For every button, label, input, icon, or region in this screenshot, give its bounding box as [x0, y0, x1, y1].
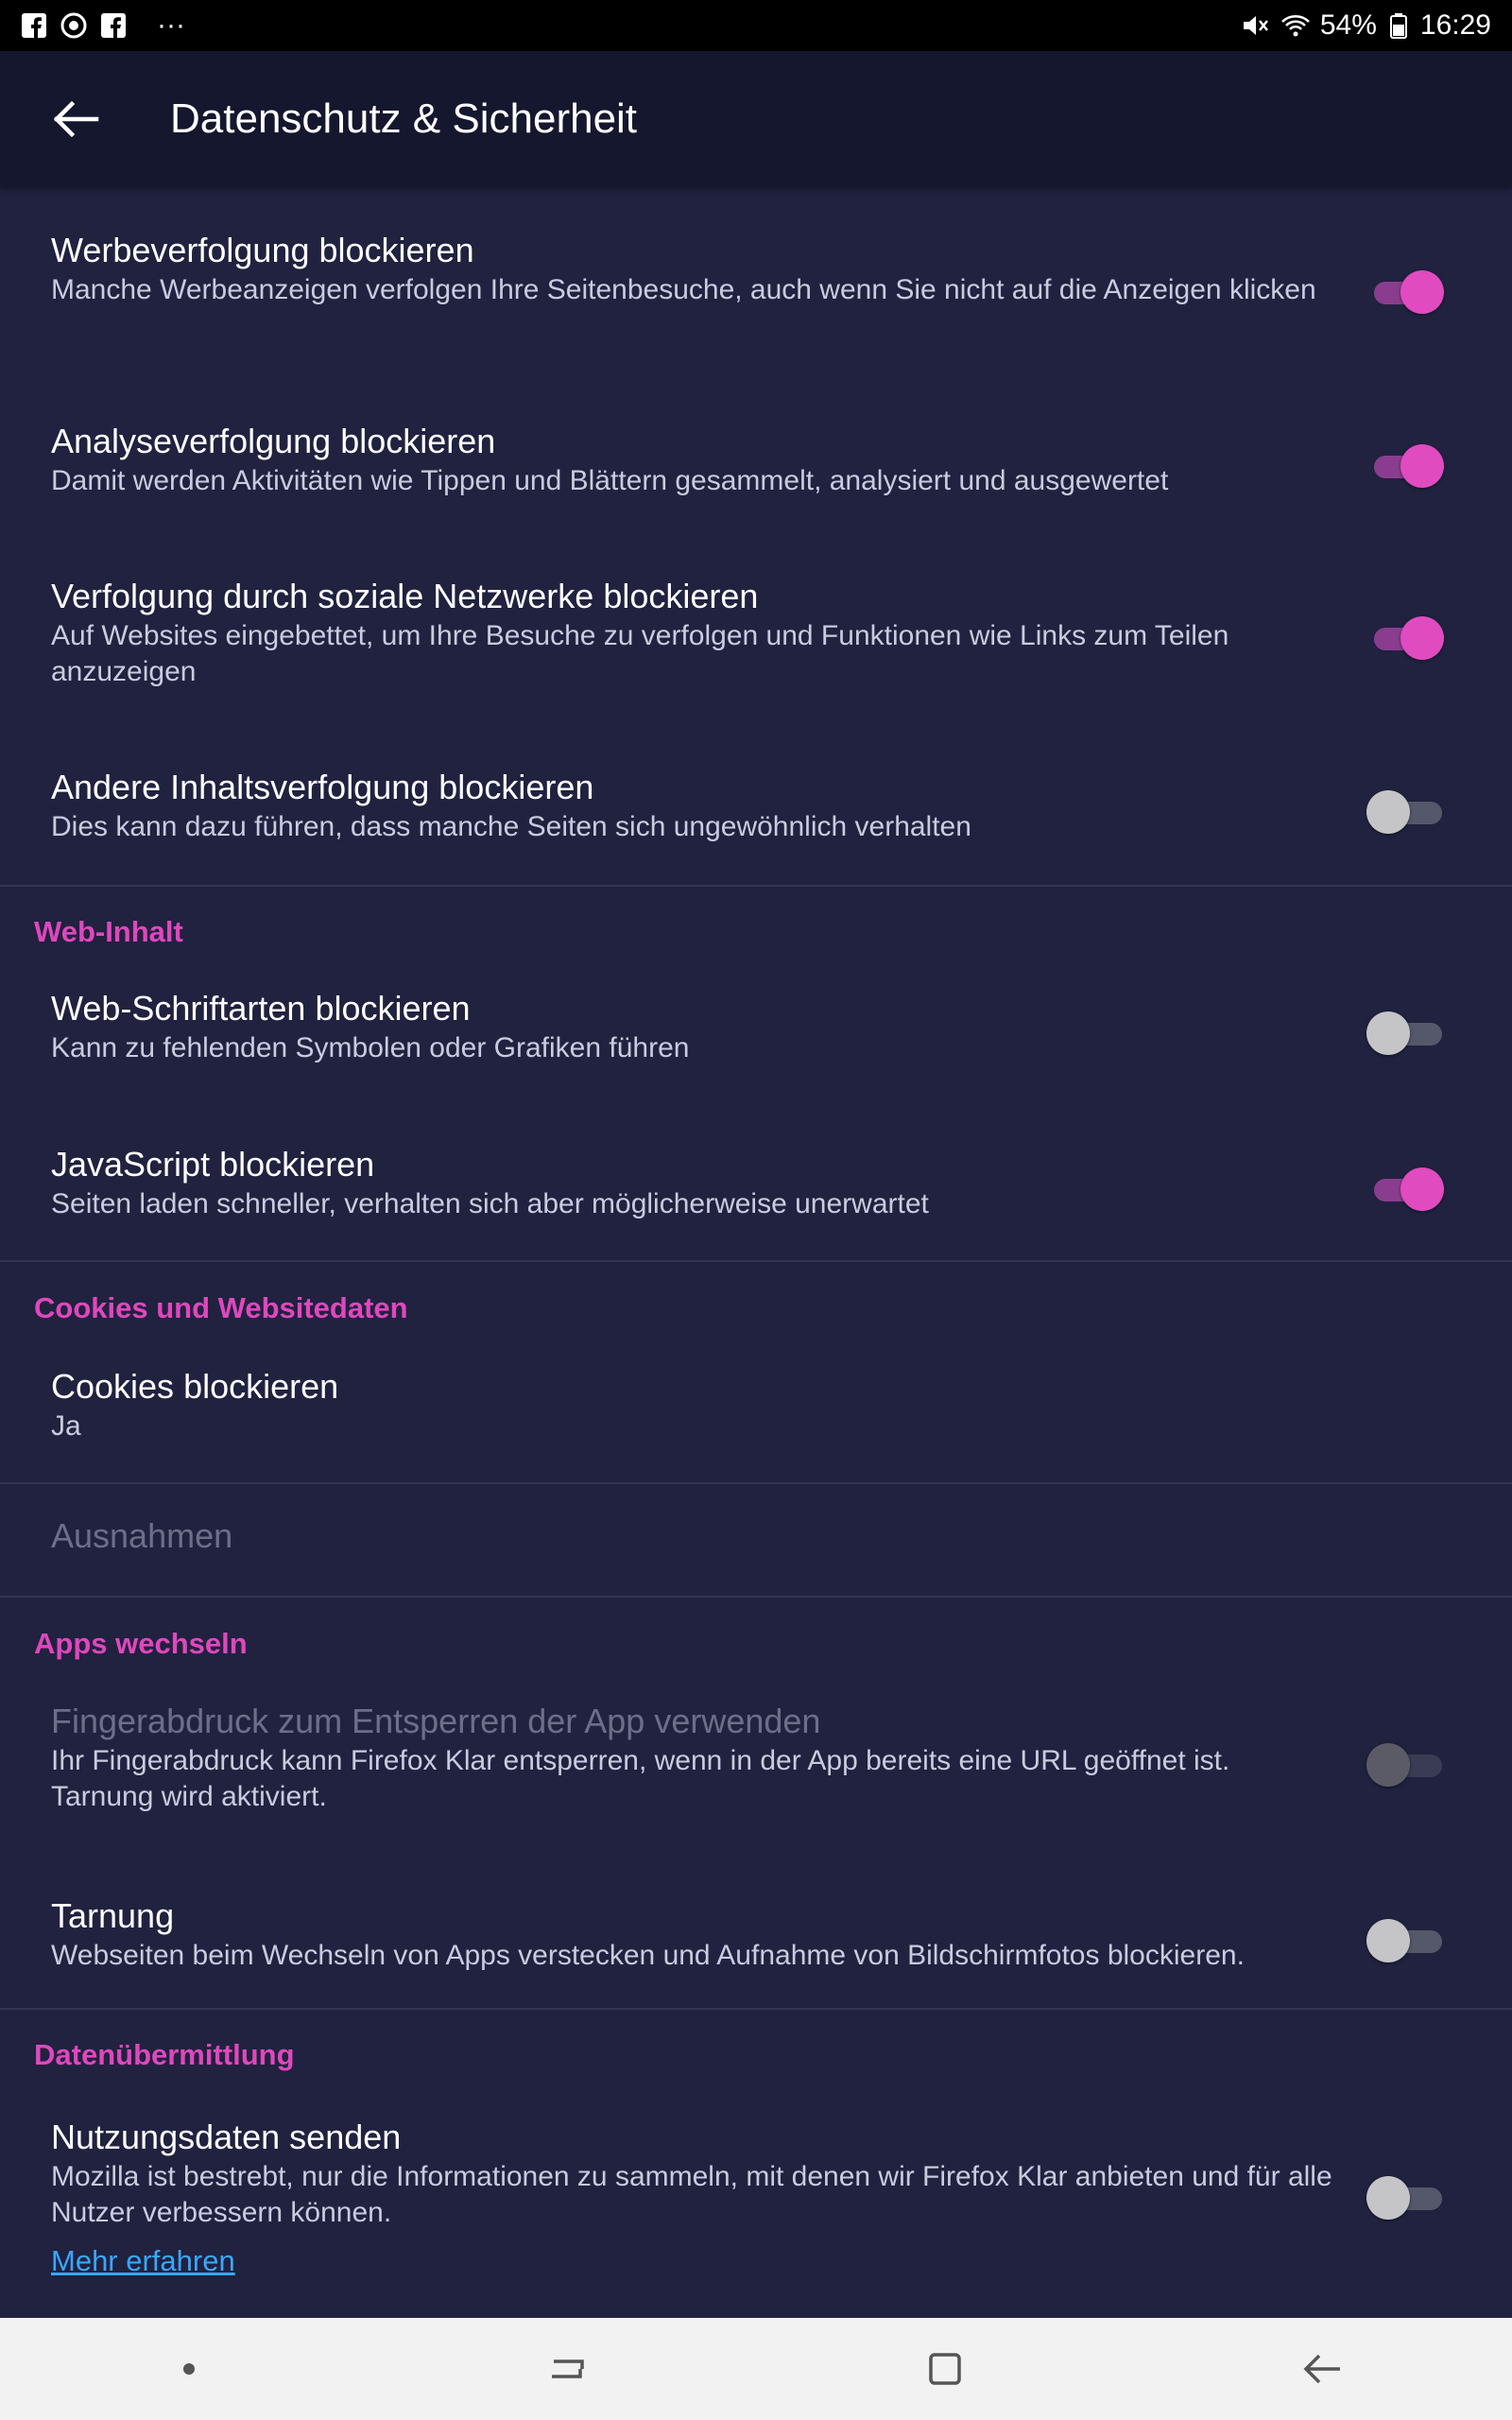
status-bar-left: ···: [21, 9, 185, 42]
settings-row-telemetry[interactable]: Nutzungsdaten senden Mozilla ist bestreb…: [0, 2110, 1512, 2299]
mute-icon: [1241, 12, 1268, 39]
setting-title: Nutzungsdaten senden: [51, 2118, 402, 2156]
section-header-cookies: Cookies und Websitedaten: [34, 1291, 408, 1324]
more-notifications-icon: ···: [157, 9, 185, 41]
clock: 16:29: [1419, 9, 1491, 41]
telemetry-toggle[interactable]: [1366, 2169, 1442, 2225]
analytics-toggle[interactable]: [1366, 437, 1444, 493]
section-header-web-content: Web-Inhalt: [34, 915, 183, 948]
recent-apps-button[interactable]: [539, 2341, 595, 2397]
status-bar: ··· 54% 16:29: [0, 0, 1512, 51]
recent-apps-icon: [552, 2360, 584, 2378]
system-navigation-bar: [0, 2318, 1512, 2420]
setting-description: Ihr Fingerabdruck kann Firefox Klar ents…: [51, 1745, 1230, 1812]
settings-row-social[interactable]: Verfolgung durch soziale Netzwerke block…: [0, 569, 1512, 730]
setting-title: Fingerabdruck zum Entsperren der App ver…: [51, 1702, 821, 1740]
settings-row-ad-tracking[interactable]: Werbeverfolgung blockieren Manche Werbea…: [0, 223, 1512, 384]
setting-description: Dies kann dazu führen, dass manche Seite…: [51, 811, 971, 842]
setting-title: Ausnahmen: [51, 1516, 233, 1555]
web-fonts-toggle[interactable]: [1366, 1004, 1442, 1061]
toggle-thumb: [1366, 1011, 1410, 1055]
setting-title: Andere Inhaltsverfolgung blockieren: [51, 768, 594, 806]
back-arrow-icon: [1303, 2354, 1340, 2384]
setting-description: Kann zu fehlenden Symbolen oder Grafiken…: [51, 1032, 690, 1063]
home-icon: [929, 2353, 961, 2385]
setting-description: Auf Websites eingebettet, um Ihre Besuch…: [51, 620, 1229, 687]
setting-description: Mozilla ist bestrebt, nur die Informatio…: [51, 2161, 1332, 2228]
section-header-switch-apps: Apps wechseln: [34, 1627, 248, 1660]
app-bar: Datenschutz & Sicherheit: [0, 51, 1512, 187]
row-divider: [0, 1482, 1512, 1484]
setting-title: Verfolgung durch soziale Netzwerke block…: [51, 577, 759, 615]
toggle-thumb: [1366, 790, 1410, 834]
social-tracking-toggle[interactable]: [1366, 609, 1444, 666]
section-divider: [0, 1260, 1512, 1262]
arrow-left-icon: [53, 100, 99, 138]
setting-description: Seiten laden schneller, verhalten sich a…: [51, 1188, 929, 1219]
system-back-button[interactable]: [1295, 2341, 1351, 2397]
toggle-thumb: [1366, 1919, 1410, 1962]
setting-description: Webseiten beim Wechseln von Apps verstec…: [51, 1940, 1245, 1971]
settings-row-fingerprint[interactable]: Fingerabdruck zum Entsperren der App ver…: [0, 1698, 1512, 1858]
battery-icon: [1389, 12, 1407, 39]
dot-indicator-icon: [161, 2341, 217, 2397]
setting-title: Tarnung: [51, 1896, 175, 1935]
learn-more-link[interactable]: Mehr erfahren: [51, 2244, 235, 2278]
toggle-thumb: [1366, 1743, 1410, 1787]
section-header-data-transfer: Datenübermittlung: [34, 2038, 295, 2071]
settings-row-javascript[interactable]: JavaScript blockieren Seiten laden schne…: [0, 1137, 1512, 1260]
fingerprint-toggle[interactable]: [1366, 1736, 1442, 1792]
back-button[interactable]: [38, 81, 113, 157]
settings-row-analytics[interactable]: Analyseverfolgung blockieren Damit werde…: [0, 414, 1512, 546]
setting-title: Web-Schriftarten blockieren: [51, 989, 471, 1028]
other-content-toggle[interactable]: [1366, 783, 1442, 839]
setting-description: Manche Werbeanzeigen verfolgen Ihre Seit…: [51, 274, 1316, 305]
toggle-thumb: [1400, 1167, 1444, 1211]
setting-title: Analyseverfolgung blockieren: [51, 422, 496, 460]
ad-tracking-toggle[interactable]: [1366, 263, 1444, 320]
toggle-thumb: [1366, 2176, 1410, 2220]
toggle-thumb: [1400, 270, 1444, 314]
facebook-icon: [100, 12, 127, 39]
facebook-icon: [21, 12, 47, 39]
settings-row-cookies[interactable]: Cookies blockieren Ja: [0, 1359, 1512, 1482]
setting-title: JavaScript blockieren: [51, 1145, 375, 1184]
page-title: Datenschutz & Sicherheit: [170, 95, 638, 142]
sync-icon: [60, 12, 87, 39]
javascript-toggle[interactable]: [1366, 1160, 1444, 1217]
settings-row-stealth[interactable]: Tarnung Webseiten beim Wechseln von Apps…: [0, 1889, 1512, 2012]
home-button[interactable]: [917, 2341, 973, 2397]
toggle-thumb: [1400, 444, 1444, 488]
setting-value: Ja: [51, 1410, 81, 1442]
stealth-toggle[interactable]: [1366, 1911, 1442, 1968]
setting-title: Cookies blockieren: [51, 1367, 339, 1406]
settings-row-exceptions[interactable]: Ausnahmen: [0, 1501, 1512, 1577]
setting-description: Damit werden Aktivitäten wie Tippen und …: [51, 465, 1169, 496]
section-divider: [0, 1596, 1512, 1598]
battery-percentage: 54%: [1319, 9, 1377, 41]
wifi-icon: [1280, 12, 1310, 39]
setting-title: Werbeverfolgung blockieren: [51, 231, 474, 269]
section-divider: [0, 2008, 1512, 2010]
settings-row-web-fonts[interactable]: Web-Schriftarten blockieren Kann zu fehl…: [0, 981, 1512, 1114]
status-bar-right: 54% 16:29: [1241, 9, 1491, 42]
settings-row-other-content[interactable]: Andere Inhaltsverfolgung blockieren Dies…: [0, 760, 1512, 892]
section-divider: [0, 885, 1512, 887]
toggle-thumb: [1400, 616, 1444, 660]
